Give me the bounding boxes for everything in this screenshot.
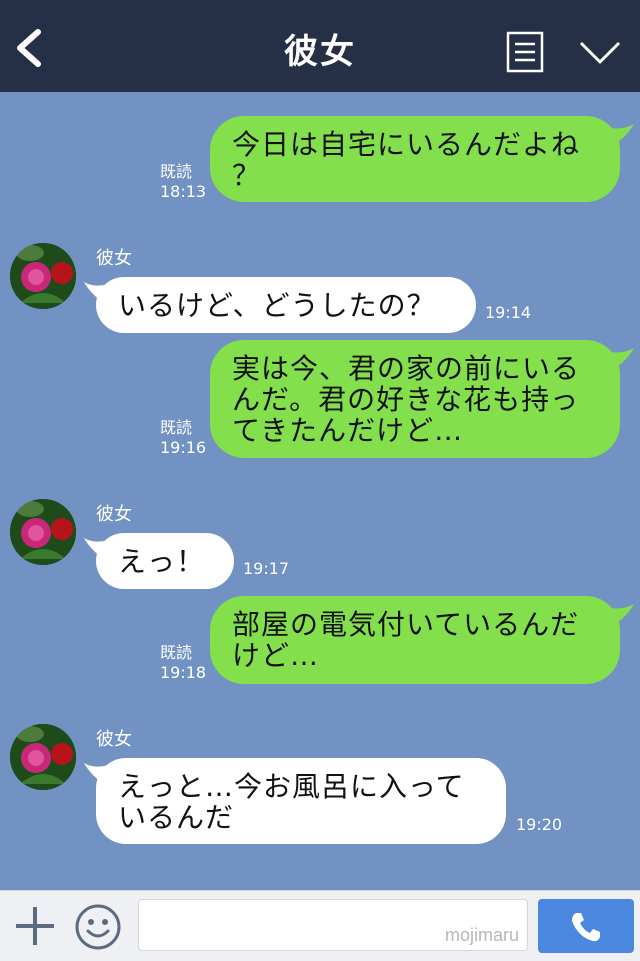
- read-receipt: 既読: [160, 643, 193, 662]
- menu-icon[interactable]: [506, 31, 544, 73]
- chat-title: 彼女: [284, 32, 356, 72]
- call-button[interactable]: [538, 899, 634, 953]
- plus-icon[interactable]: [14, 905, 56, 947]
- rose-avatar-image: [10, 499, 76, 565]
- phone-icon: [572, 913, 600, 942]
- avatar[interactable]: [10, 243, 76, 309]
- message-time: 19:17: [243, 559, 290, 578]
- rose-avatar-image: [10, 243, 76, 309]
- message-input[interactable]: mojimaru: [138, 899, 528, 951]
- rose-avatar-image: [10, 724, 76, 790]
- sender-name: 彼女: [96, 248, 132, 269]
- message-bubble[interactable]: 部屋の電気付いているんだ けど…: [210, 596, 620, 684]
- message-bubble[interactable]: えっ！: [96, 533, 234, 589]
- read-receipt: 既読: [160, 418, 193, 437]
- chevron-down-icon[interactable]: [578, 38, 622, 66]
- read-receipt: 既読: [160, 162, 193, 181]
- input-bar: mojimaru: [0, 890, 640, 961]
- message-time: 19:18: [160, 663, 207, 682]
- message-bubble[interactable]: えっと…今お風呂に入って いるんだ: [96, 758, 506, 844]
- message-bubble[interactable]: いるけど、どうしたの？: [96, 277, 476, 333]
- watermark-text: mojimaru: [444, 925, 519, 945]
- message-bubble[interactable]: 実は今、君の家の前にいる んだ。君の好きな花も持っ てきたんだけど…: [210, 340, 620, 458]
- avatar[interactable]: [10, 724, 76, 790]
- message-time: 19:16: [160, 438, 207, 457]
- message-time: 19:20: [516, 815, 563, 834]
- message-time: 18:13: [160, 182, 207, 201]
- message-time: 19:14: [485, 303, 532, 322]
- avatar[interactable]: [10, 499, 76, 565]
- chat-header: 彼女: [0, 0, 640, 92]
- emoji-icon[interactable]: [74, 903, 122, 951]
- message-bubble[interactable]: 今日は自宅にいるんだよね ？: [210, 116, 620, 202]
- sender-name: 彼女: [96, 729, 132, 750]
- sender-name: 彼女: [96, 504, 132, 525]
